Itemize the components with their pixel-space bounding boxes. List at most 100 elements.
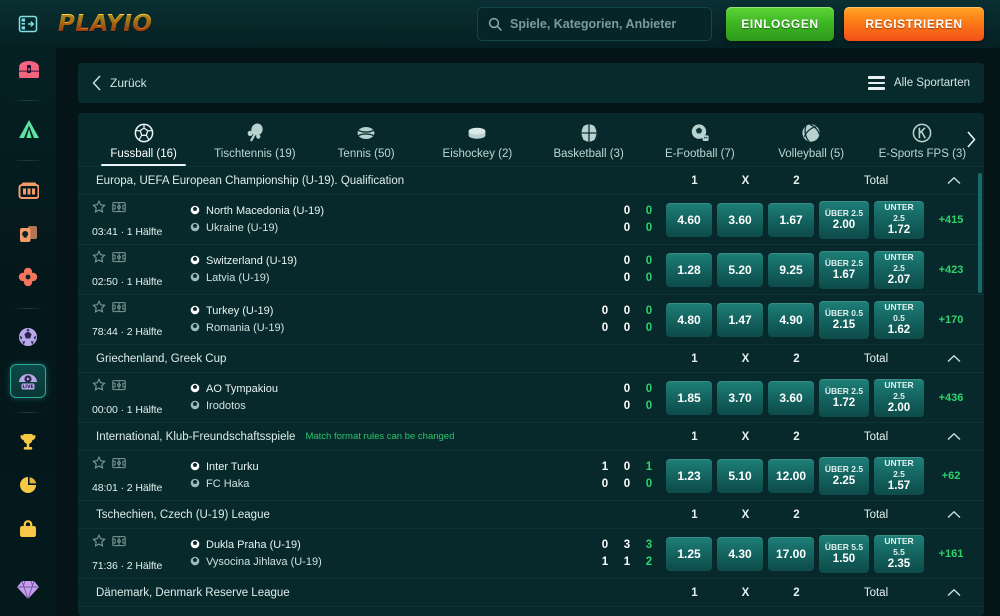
odd-away-button[interactable]: 9.25 — [768, 252, 814, 287]
odd-over-button[interactable]: ÜBER 0.5 2.15 — [819, 300, 869, 339]
more-markets-button[interactable]: +170 — [924, 314, 978, 326]
odd-home-button[interactable]: 1.23 — [666, 458, 712, 493]
tab-volleyball[interactable]: Volleyball (5) — [756, 113, 867, 166]
vertical-scrollbar[interactable] — [978, 173, 982, 293]
odd-draw-button[interactable]: 5.20 — [717, 252, 763, 287]
tab-tischtennis[interactable]: Tischtennis (19) — [199, 113, 310, 166]
favorite-star-icon[interactable] — [92, 533, 106, 553]
sidebar-item-clover[interactable] — [10, 260, 46, 294]
match-row[interactable]: 00:00 · 1 Hälfte AO Tympakiou Irodotos 0 0 0 0… — [78, 373, 984, 423]
sidebar-item-tent[interactable] — [10, 113, 46, 147]
back-button[interactable]: Zurück — [92, 75, 147, 91]
odd-over-button[interactable]: ÜBER 2.5 1.67 — [819, 250, 869, 289]
pitch-view-icon[interactable] — [112, 534, 126, 552]
sidebar-item-bag[interactable] — [10, 512, 46, 546]
away-team: Irodotos — [190, 398, 616, 415]
odd-under-button[interactable]: UNTER 2.5 1.57 — [874, 456, 924, 495]
odd-over-button[interactable]: ÜBER 2.5 2.00 — [819, 200, 869, 239]
odds-column-headers: 1 X 2 Total — [669, 175, 978, 187]
sidebar-item-treasure-chest[interactable] — [10, 52, 46, 86]
pitch-view-icon[interactable] — [112, 300, 126, 318]
odd-home-button[interactable]: 4.80 — [666, 302, 712, 337]
league-header[interactable]: International, Klub-Freundschaftsspiele M… — [78, 423, 984, 451]
collapse-league-button[interactable] — [930, 510, 978, 519]
odd-over-button[interactable]: ÜBER 2.5 1.72 — [819, 378, 869, 417]
tab-e-football[interactable]: E-Football (7) — [644, 113, 755, 166]
search-box[interactable] — [477, 7, 712, 41]
odd-away-button[interactable]: 4.90 — [768, 302, 814, 337]
odd-over-button[interactable]: ÜBER 2.5 2.25 — [819, 456, 869, 495]
league-header[interactable]: Tschechien, Czech (U-19) League 1 X 2 Total — [78, 501, 984, 529]
register-button[interactable]: REGISTRIEREN — [844, 7, 984, 41]
sidebar-item-trophy[interactable] — [10, 425, 46, 459]
collapse-league-button[interactable] — [930, 432, 978, 441]
tab-eishockey[interactable]: Eishockey (2) — [422, 113, 533, 166]
odd-under-button[interactable]: UNTER 5.5 2.35 — [874, 534, 924, 573]
svg-text:LIVE: LIVE — [22, 384, 33, 390]
odd-home-button[interactable]: 4.60 — [666, 202, 712, 237]
odd-under-button[interactable]: UNTER 2.5 2.07 — [874, 250, 924, 289]
pitch-view-icon[interactable] — [112, 250, 126, 268]
match-row[interactable]: 03:41 · 1 Hälfte North Macedonia (U-19) Uk… — [78, 195, 984, 245]
favorite-star-icon[interactable] — [92, 249, 106, 269]
sidebar-item-diamond[interactable] — [10, 572, 46, 606]
more-markets-button[interactable]: +62 — [924, 470, 978, 482]
match-row[interactable]: 78:44 · 2 Hälfte Turkey (U-19) Romania (U-… — [78, 295, 984, 345]
tabs-next-button[interactable] — [960, 126, 982, 152]
odd-draw-button[interactable]: 4.30 — [717, 536, 763, 571]
tab-tennis[interactable]: Tennis (50) — [311, 113, 422, 166]
collapse-league-button[interactable] — [930, 588, 978, 597]
pitch-view-icon[interactable] — [112, 456, 126, 474]
league-header[interactable]: Europa, UEFA European Championship (U-19… — [78, 167, 984, 195]
all-sports-button[interactable]: Alle Sportarten — [867, 76, 970, 90]
column-header-x: X — [741, 586, 750, 599]
more-markets-button[interactable]: +161 — [924, 548, 978, 560]
odd-draw-button[interactable]: 1.47 — [717, 302, 763, 337]
more-markets-button[interactable]: +436 — [924, 392, 978, 404]
match-row[interactable]: 48:01 · 2 Hälfte Inter Turku FC Haka 1 0 0 0 1 0… — [78, 451, 984, 501]
odd-draw-button[interactable]: 5.10 — [717, 458, 763, 493]
match-row[interactable]: 02:50 · 1 Hälfte Switzerland (U-19) Latvia… — [78, 245, 984, 295]
sidebar-item-coin[interactable] — [10, 468, 46, 502]
odd-over-button[interactable]: ÜBER 5.5 1.50 — [819, 534, 869, 573]
odd-under-button[interactable]: UNTER 2.5 2.00 — [874, 378, 924, 417]
odd-home-button[interactable]: 1.85 — [666, 380, 712, 415]
sidebar-item-slot-machine[interactable] — [10, 173, 46, 207]
collapse-league-button[interactable] — [930, 176, 978, 185]
sidebar-divider — [11, 559, 45, 561]
odd-draw-button[interactable]: 3.60 — [717, 202, 763, 237]
tab-fussball[interactable]: Fussball (16) — [88, 113, 199, 166]
pitch-view-icon[interactable] — [112, 378, 126, 396]
favorite-star-icon[interactable] — [92, 455, 106, 475]
odd-home-button[interactable]: 1.25 — [666, 536, 712, 571]
league-header[interactable]: Dänemark, Denmark Reserve League 1 X 2 Total — [78, 579, 984, 607]
favorite-star-icon[interactable] — [92, 299, 106, 319]
favorite-star-icon[interactable] — [92, 377, 106, 397]
odd-away-button[interactable]: 1.67 — [768, 202, 814, 237]
sidebar-item-live-sports[interactable]: LIVE — [10, 364, 46, 398]
more-markets-button[interactable]: +423 — [924, 264, 978, 276]
odd-home-button[interactable]: 1.28 — [666, 252, 712, 287]
sidebar-item-soccer-ball[interactable] — [10, 321, 46, 355]
league-header[interactable]: Griechenland, Greek Cup 1 X 2 Total — [78, 345, 984, 373]
odd-away-button[interactable]: 17.00 — [768, 536, 814, 571]
tab-basketball[interactable]: Basketball (3) — [533, 113, 644, 166]
odd-under-button[interactable]: UNTER 0.5 1.62 — [874, 300, 924, 339]
odd-under-button[interactable]: UNTER 2.5 1.72 — [874, 200, 924, 239]
brand-logo[interactable]: PLAYIO — [58, 11, 152, 37]
sidebar-item-cards[interactable] — [10, 217, 46, 251]
login-button[interactable]: EINLOGGEN — [726, 7, 834, 41]
match-row[interactable]: 71:36 · 2 Hälfte Dukla Praha (U-19) Vysoci… — [78, 529, 984, 579]
home-team-name: Dukla Praha (U-19) — [206, 539, 301, 551]
favorite-star-icon[interactable] — [92, 199, 106, 219]
search-input[interactable] — [510, 17, 701, 31]
odd-away-button[interactable]: 12.00 — [768, 458, 814, 493]
collapse-league-button[interactable] — [930, 354, 978, 363]
odd-away-button[interactable]: 3.60 — [768, 380, 814, 415]
pitch-view-icon[interactable] — [112, 200, 126, 218]
more-markets-button[interactable]: +415 — [924, 214, 978, 226]
match-odds: 4.80 1.47 4.90 ÜBER 0.5 2.15 UNTER 0.5 1.62 — [666, 300, 924, 339]
odd-draw-button[interactable]: 3.70 — [717, 380, 763, 415]
panel-toggle-icon[interactable] — [16, 12, 40, 36]
match-meta: 00:00 · 1 Hälfte — [92, 377, 176, 418]
